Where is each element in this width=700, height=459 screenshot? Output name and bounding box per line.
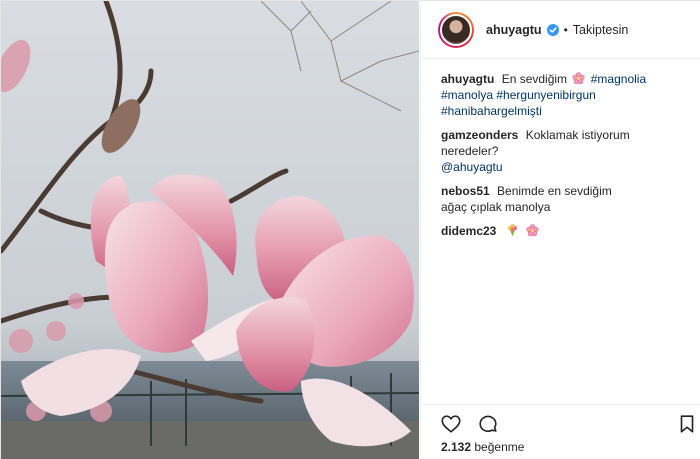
caption-username[interactable]: ahuyagtu [441,72,494,86]
hashtag-link[interactable]: #manolya [441,88,493,102]
comment-item: nebos51 Benimde en sevdiğim ağaç çıplak … [441,183,641,215]
hashtag-link[interactable]: #magnolia [591,72,646,86]
follow-status-button[interactable]: Takiptesin [573,23,629,37]
comment-username[interactable]: gamzeonders [441,128,518,142]
avatar[interactable] [438,11,474,48]
hashtag-link[interactable]: #hanibahargelmişti [441,104,542,118]
post-header: ahuyagtu • Takiptesin [421,1,700,59]
bookmark-icon[interactable] [676,413,698,435]
instagram-post: ahuyagtu • Takiptesin ahuyagtu En sevdiğ… [0,0,700,459]
cherry-blossom-icon [526,224,539,237]
caption: ahuyagtu En sevdiğim #magnolia #manolya … [441,71,685,119]
post-actions-bar [421,404,700,440]
comment-icon[interactable] [477,413,499,435]
comment-item: didemc23 [441,223,685,239]
likes-count[interactable]: 2.132 beğenme [441,440,524,454]
comments-section: ahuyagtu En sevdiğim #magnolia #manolya … [421,59,700,404]
likes-label: beğenme [474,440,525,454]
author-username[interactable]: ahuyagtu [486,23,542,37]
verified-badge-icon [546,23,559,36]
comment-item: gamzeonders Koklamak istiyorum neredeler… [441,127,685,175]
header-separator: • [563,22,568,37]
magnolia-photo-illustration [1,1,419,459]
mention-link[interactable]: @ahuyagtu [441,160,503,174]
bouquet-icon [507,224,517,237]
post-side-panel: ahuyagtu • Takiptesin ahuyagtu En sevdiğ… [420,1,700,459]
likes-number: 2.132 [441,440,472,454]
hashtag-link[interactable]: #hergunyenibirgun [496,88,595,102]
cherry-blossom-icon [572,72,585,85]
post-photo[interactable] [1,1,419,459]
avatar-image [440,13,472,46]
comment-username[interactable]: didemc23 [441,224,496,238]
comment-username[interactable]: nebos51 [441,184,490,198]
caption-text: En sevdiğim [501,72,568,86]
heart-icon[interactable] [440,413,462,435]
